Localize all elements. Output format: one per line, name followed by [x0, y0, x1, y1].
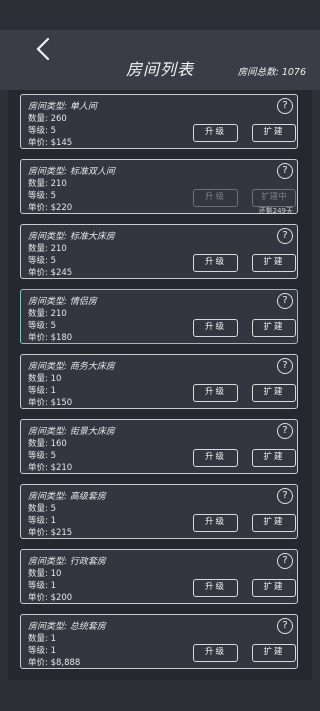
- room-count: 数量: 210: [28, 309, 67, 319]
- room-level: 等级: 5: [28, 321, 56, 331]
- help-icon[interactable]: ?: [277, 488, 293, 504]
- room-type: 房间类型: 单人间: [28, 102, 97, 112]
- upgrade-button[interactable]: 升级: [193, 384, 238, 402]
- upgrade-button[interactable]: 升级: [193, 124, 238, 142]
- room-level: 等级: 5: [28, 191, 56, 201]
- room-card: 房间类型: 总统套房 数量: 1 等级: 1 单价: $8,888 ? 升级 扩…: [20, 614, 298, 669]
- room-price: 单价: $8,888: [28, 658, 81, 668]
- expand-button[interactable]: 扩建: [252, 579, 296, 597]
- room-total-label: 房间总数:: [237, 67, 279, 78]
- room-level: 等级: 1: [28, 516, 56, 526]
- room-card: 房间类型: 单人间 数量: 260 等级: 5 单价: $145 ? 升级 扩建: [20, 94, 298, 149]
- expanding-button[interactable]: 扩建中: [252, 189, 296, 207]
- expand-button[interactable]: 扩建: [252, 514, 296, 532]
- room-card: 房间类型: 街景大床房 数量: 160 等级: 5 单价: $210 ? 升级 …: [20, 419, 298, 474]
- upgrade-button[interactable]: 升级: [193, 644, 238, 662]
- upgrade-button[interactable]: 升级: [193, 189, 238, 207]
- help-icon[interactable]: ?: [277, 553, 293, 569]
- bottom-area: [0, 680, 320, 711]
- room-card: 房间类型: 商务大床房 数量: 10 等级: 1 单价: $150 ? 升级 扩…: [20, 354, 298, 409]
- help-icon[interactable]: ?: [277, 293, 293, 309]
- room-price: 单价: $200: [28, 593, 73, 603]
- room-type: 房间类型: 商务大床房: [28, 362, 115, 372]
- room-count: 数量: 1: [28, 634, 56, 644]
- room-price: 单价: $210: [28, 463, 73, 473]
- room-count: 数量: 210: [28, 244, 67, 254]
- expand-button[interactable]: 扩建: [252, 449, 296, 467]
- help-icon[interactable]: ?: [277, 358, 293, 374]
- room-count: 数量: 10: [28, 374, 62, 384]
- expand-button[interactable]: 扩建: [252, 384, 296, 402]
- room-count: 数量: 260: [28, 114, 67, 124]
- room-price: 单价: $180: [28, 333, 73, 343]
- room-type: 房间类型: 标准双人间: [28, 167, 115, 177]
- room-price: 单价: $145: [28, 138, 73, 148]
- room-total-value: 1076: [281, 67, 306, 78]
- room-total: 房间总数: 1076: [238, 64, 306, 78]
- room-type: 房间类型: 街景大床房: [28, 427, 115, 437]
- room-price: 单价: $245: [28, 268, 73, 278]
- room-count: 数量: 210: [28, 179, 67, 189]
- help-icon[interactable]: ?: [277, 423, 293, 439]
- room-card: 房间类型: 行政套房 数量: 10 等级: 1 单价: $200 ? 升级 扩建: [20, 549, 298, 604]
- help-icon[interactable]: ?: [277, 98, 293, 114]
- expand-button[interactable]: 扩建: [252, 319, 296, 337]
- room-level: 等级: 5: [28, 256, 56, 266]
- room-level: 等级: 5: [28, 126, 56, 136]
- room-price: 单价: $220: [28, 203, 73, 213]
- upgrade-button[interactable]: 升级: [193, 449, 238, 467]
- upgrade-button[interactable]: 升级: [193, 514, 238, 532]
- room-list[interactable]: 房间类型: 单人间 数量: 260 等级: 5 单价: $145 ? 升级 扩建…: [8, 90, 312, 680]
- help-icon[interactable]: ?: [277, 228, 293, 244]
- help-icon[interactable]: ?: [277, 618, 293, 634]
- room-type: 房间类型: 高级套房: [28, 492, 106, 502]
- upgrade-button[interactable]: 升级: [193, 319, 238, 337]
- room-level: 等级: 1: [28, 581, 56, 591]
- room-type: 房间类型: 总统套房: [28, 622, 106, 632]
- room-card: 房间类型: 高级套房 数量: 5 等级: 1 单价: $215 ? 升级 扩建: [20, 484, 298, 539]
- room-type: 房间类型: 行政套房: [28, 557, 106, 567]
- room-level: 等级: 1: [28, 646, 56, 656]
- room-type: 房间类型: 情侣房: [28, 297, 97, 307]
- room-level: 等级: 1: [28, 386, 56, 396]
- room-card: 房间类型: 标准双人间 数量: 210 等级: 5 单价: $220 ? 升级 …: [20, 159, 298, 215]
- upgrade-button[interactable]: 升级: [193, 254, 238, 272]
- room-card: 房间类型: 标准大床房 数量: 210 等级: 5 单价: $245 ? 升级 …: [20, 224, 298, 279]
- room-type: 房间类型: 标准大床房: [28, 232, 115, 242]
- help-icon[interactable]: ?: [277, 163, 293, 179]
- room-level: 等级: 5: [28, 451, 56, 461]
- expand-button[interactable]: 扩建: [252, 124, 296, 142]
- upgrade-button[interactable]: 升级: [193, 579, 238, 597]
- expand-button[interactable]: 扩建: [252, 254, 296, 272]
- room-price: 单价: $150: [28, 398, 73, 408]
- room-card-selected: 房间类型: 情侣房 数量: 210 等级: 5 单价: $180 ? 升级 扩建: [20, 289, 298, 344]
- expand-button[interactable]: 扩建: [252, 644, 296, 662]
- status-bar-area: [0, 0, 320, 30]
- expand-remaining-time: 还剩249天: [258, 207, 293, 215]
- room-count: 数量: 5: [28, 504, 56, 514]
- room-count: 数量: 160: [28, 439, 67, 449]
- room-price: 单价: $215: [28, 528, 73, 538]
- room-count: 数量: 10: [28, 569, 62, 579]
